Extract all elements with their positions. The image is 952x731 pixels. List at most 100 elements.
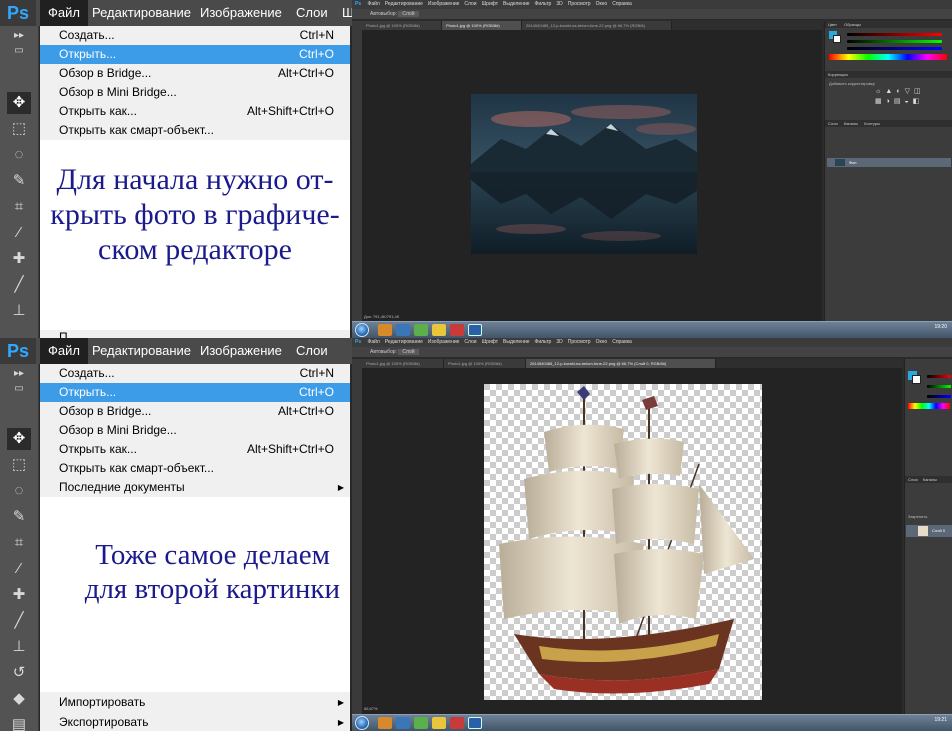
menu-item-browse-bridge[interactable]: Обзор в Bridge... Alt+Ctrl+O [40,64,350,83]
quick-selection-tool-icon[interactable]: ✎ [7,170,31,192]
screen-menu-item[interactable]: Справка [612,339,632,345]
screen-menu-item[interactable]: Просмотр [568,1,591,7]
taskbar-app-icon[interactable] [450,717,464,729]
menu-item-open-smart-object[interactable]: Открыть как смарт-объект... [40,121,350,140]
brush-tool-icon[interactable]: ╱ [7,610,31,632]
screen-menu-item[interactable]: Просмотр [568,339,591,345]
adjustment-icons[interactable]: ☼▲◐▽◫ [875,87,925,95]
start-button[interactable] [355,716,369,730]
taskbar-photoshop-icon[interactable] [468,324,482,336]
panel-tab[interactable]: Образцы [844,22,861,27]
menu-item-browse-bridge[interactable]: Обзор в Bridge... Alt+Ctrl+O [40,402,350,421]
panel-tab[interactable]: Цвет [828,22,837,27]
screen-menu-item[interactable]: 3D [556,339,562,345]
autoselect-select[interactable]: Слой [398,349,419,355]
panel-tab[interactable]: Каналы [923,477,937,482]
menu-item-browse-mini-bridge[interactable]: Обзор в Mini Bridge... [40,421,350,440]
red-slider[interactable] [847,33,942,36]
canvas-area[interactable]: 66,67% [362,368,902,714]
document-tab[interactable]: Photo1.jpg @ 100% (RGB/8#) [444,359,526,368]
stamp-tool-icon[interactable]: ⊥ [7,300,31,322]
menu-item-import[interactable]: Импортировать ▶ [40,693,350,712]
stamp-tool-icon[interactable]: ⊥ [7,636,31,658]
document-tab[interactable]: Photo1.jpg @ 100% (RGB/8#) [442,21,522,30]
screen-menu-item[interactable]: Выделение [503,1,530,7]
document-tab[interactable]: 2614540485_12-p-korabl-na-belom-fone-22.… [522,21,672,30]
panel-tab[interactable]: Контуры [864,121,880,126]
history-brush-tool-icon[interactable]: ↺ [7,662,31,684]
screen-menu-item[interactable]: Редактирование [385,339,423,345]
marquee-tool-icon[interactable]: ⬚ [7,454,31,476]
menu-item-new[interactable]: Создать... Ctrl+N [40,364,350,383]
red-slider[interactable] [927,375,951,378]
screen-menu-item[interactable]: Шрифт [482,339,498,345]
start-button[interactable] [355,323,369,337]
move-tool-icon[interactable]: ✥ [7,428,31,450]
blue-slider[interactable] [847,47,942,50]
screen-menu-item[interactable]: 3D [556,1,562,7]
menu-item-open-as[interactable]: Открыть как... Alt+Shift+Ctrl+O [40,440,350,459]
healing-brush-tool-icon[interactable]: ✚ [7,584,31,606]
menu-layers[interactable]: Слои [288,0,336,26]
panel-tab[interactable]: Слои [908,477,918,482]
screen-menu-item[interactable]: Изображение [428,1,460,7]
menu-layers[interactable]: Слои [288,338,336,364]
screen-menu-item[interactable]: Редактирование [385,1,423,7]
menu-image[interactable]: Изображение [192,338,290,364]
move-tool-icon[interactable]: ✥ [7,92,31,114]
marquee-tool-icon[interactable]: ⬚ [7,118,31,140]
menu-file[interactable]: Файл [40,338,88,364]
screen-menu-item[interactable]: Файл [368,1,380,7]
menu-item-cut[interactable]: П [40,330,350,338]
panel-tab[interactable]: Каналы [844,121,858,126]
menu-edit[interactable]: Редактирование [84,0,199,26]
menu-item-open-smart-object[interactable]: Открыть как смарт-объект... [40,459,350,478]
crop-tool-icon[interactable]: ⌗ [7,196,31,218]
screen-menu-item[interactable]: Фильтр [535,1,552,7]
menu-item-open[interactable]: Открыть... Ctrl+O [40,383,350,402]
panel-tab[interactable]: Слои [828,121,838,126]
brush-tool-icon[interactable]: ╱ [7,274,31,296]
menu-item-open[interactable]: Открыть... Ctrl+O [40,45,350,64]
eyedropper-tool-icon[interactable]: ⁄ [7,222,31,244]
taskbar-app-icon[interactable] [432,717,446,729]
taskbar-app-icon[interactable] [432,324,446,336]
taskbar-app-icon[interactable] [396,717,410,729]
green-slider[interactable] [927,385,951,388]
screen-menu-item[interactable]: Фильтр [535,339,552,345]
screen-menu-item[interactable]: Окно [596,1,608,7]
taskbar-app-icon[interactable] [378,717,392,729]
menu-item-open-as[interactable]: Открыть как... Alt+Shift+Ctrl+O [40,102,350,121]
document-tab[interactable]: 2614540485_12-p-korabl-na-belom-fone-22.… [526,359,716,368]
color-spectrum[interactable] [908,403,950,409]
canvas-area[interactable]: Док: 791,4K/791,4K [362,30,822,322]
screen-menu-item[interactable]: Выделение [503,339,530,345]
menu-image[interactable]: Изображение [192,0,290,26]
menu-edit[interactable]: Редактирование [84,338,199,364]
gradient-tool-icon[interactable]: ▤ [7,714,31,731]
screen-menu-item[interactable]: Шрифт [482,1,498,7]
document-tab[interactable]: Photo1.jpg @ 100% (RGB/8#) [362,359,444,368]
autoselect-select[interactable]: Слой [398,11,419,17]
menu-item-export[interactable]: Экспортировать ▶ [40,713,350,731]
taskbar-photoshop-icon[interactable] [468,717,482,729]
healing-brush-tool-icon[interactable]: ✚ [7,248,31,270]
crop-tool-icon[interactable]: ⌗ [7,532,31,554]
adjustment-icons-row-2[interactable]: ▦◑▤◒◧ [875,97,923,105]
screen-menu-item[interactable]: Слои [464,1,476,7]
screen-menu-item[interactable]: Окно [596,339,608,345]
lasso-tool-icon[interactable]: ◌ [7,480,31,502]
screen-menu-item[interactable]: Слои [464,339,476,345]
menu-item-new[interactable]: Создать... Ctrl+N [40,26,350,45]
lasso-tool-icon[interactable]: ◌ [7,144,31,166]
screen-menu-item[interactable]: Изображение [428,339,460,345]
screen-menu-item[interactable]: Файл [368,339,380,345]
eyedropper-tool-icon[interactable]: ⁄ [7,558,31,580]
menu-item-browse-mini-bridge[interactable]: Обзор в Mini Bridge... [40,83,350,102]
taskbar-app-icon[interactable] [396,324,410,336]
taskbar-app-icon[interactable] [378,324,392,336]
eraser-tool-icon[interactable]: ◆ [7,688,31,710]
document-tab[interactable]: Photo1.jpg @ 100% (RGB/8#) [362,21,442,30]
quick-selection-tool-icon[interactable]: ✎ [7,506,31,528]
layer-row[interactable]: Слой 0 [906,525,952,537]
